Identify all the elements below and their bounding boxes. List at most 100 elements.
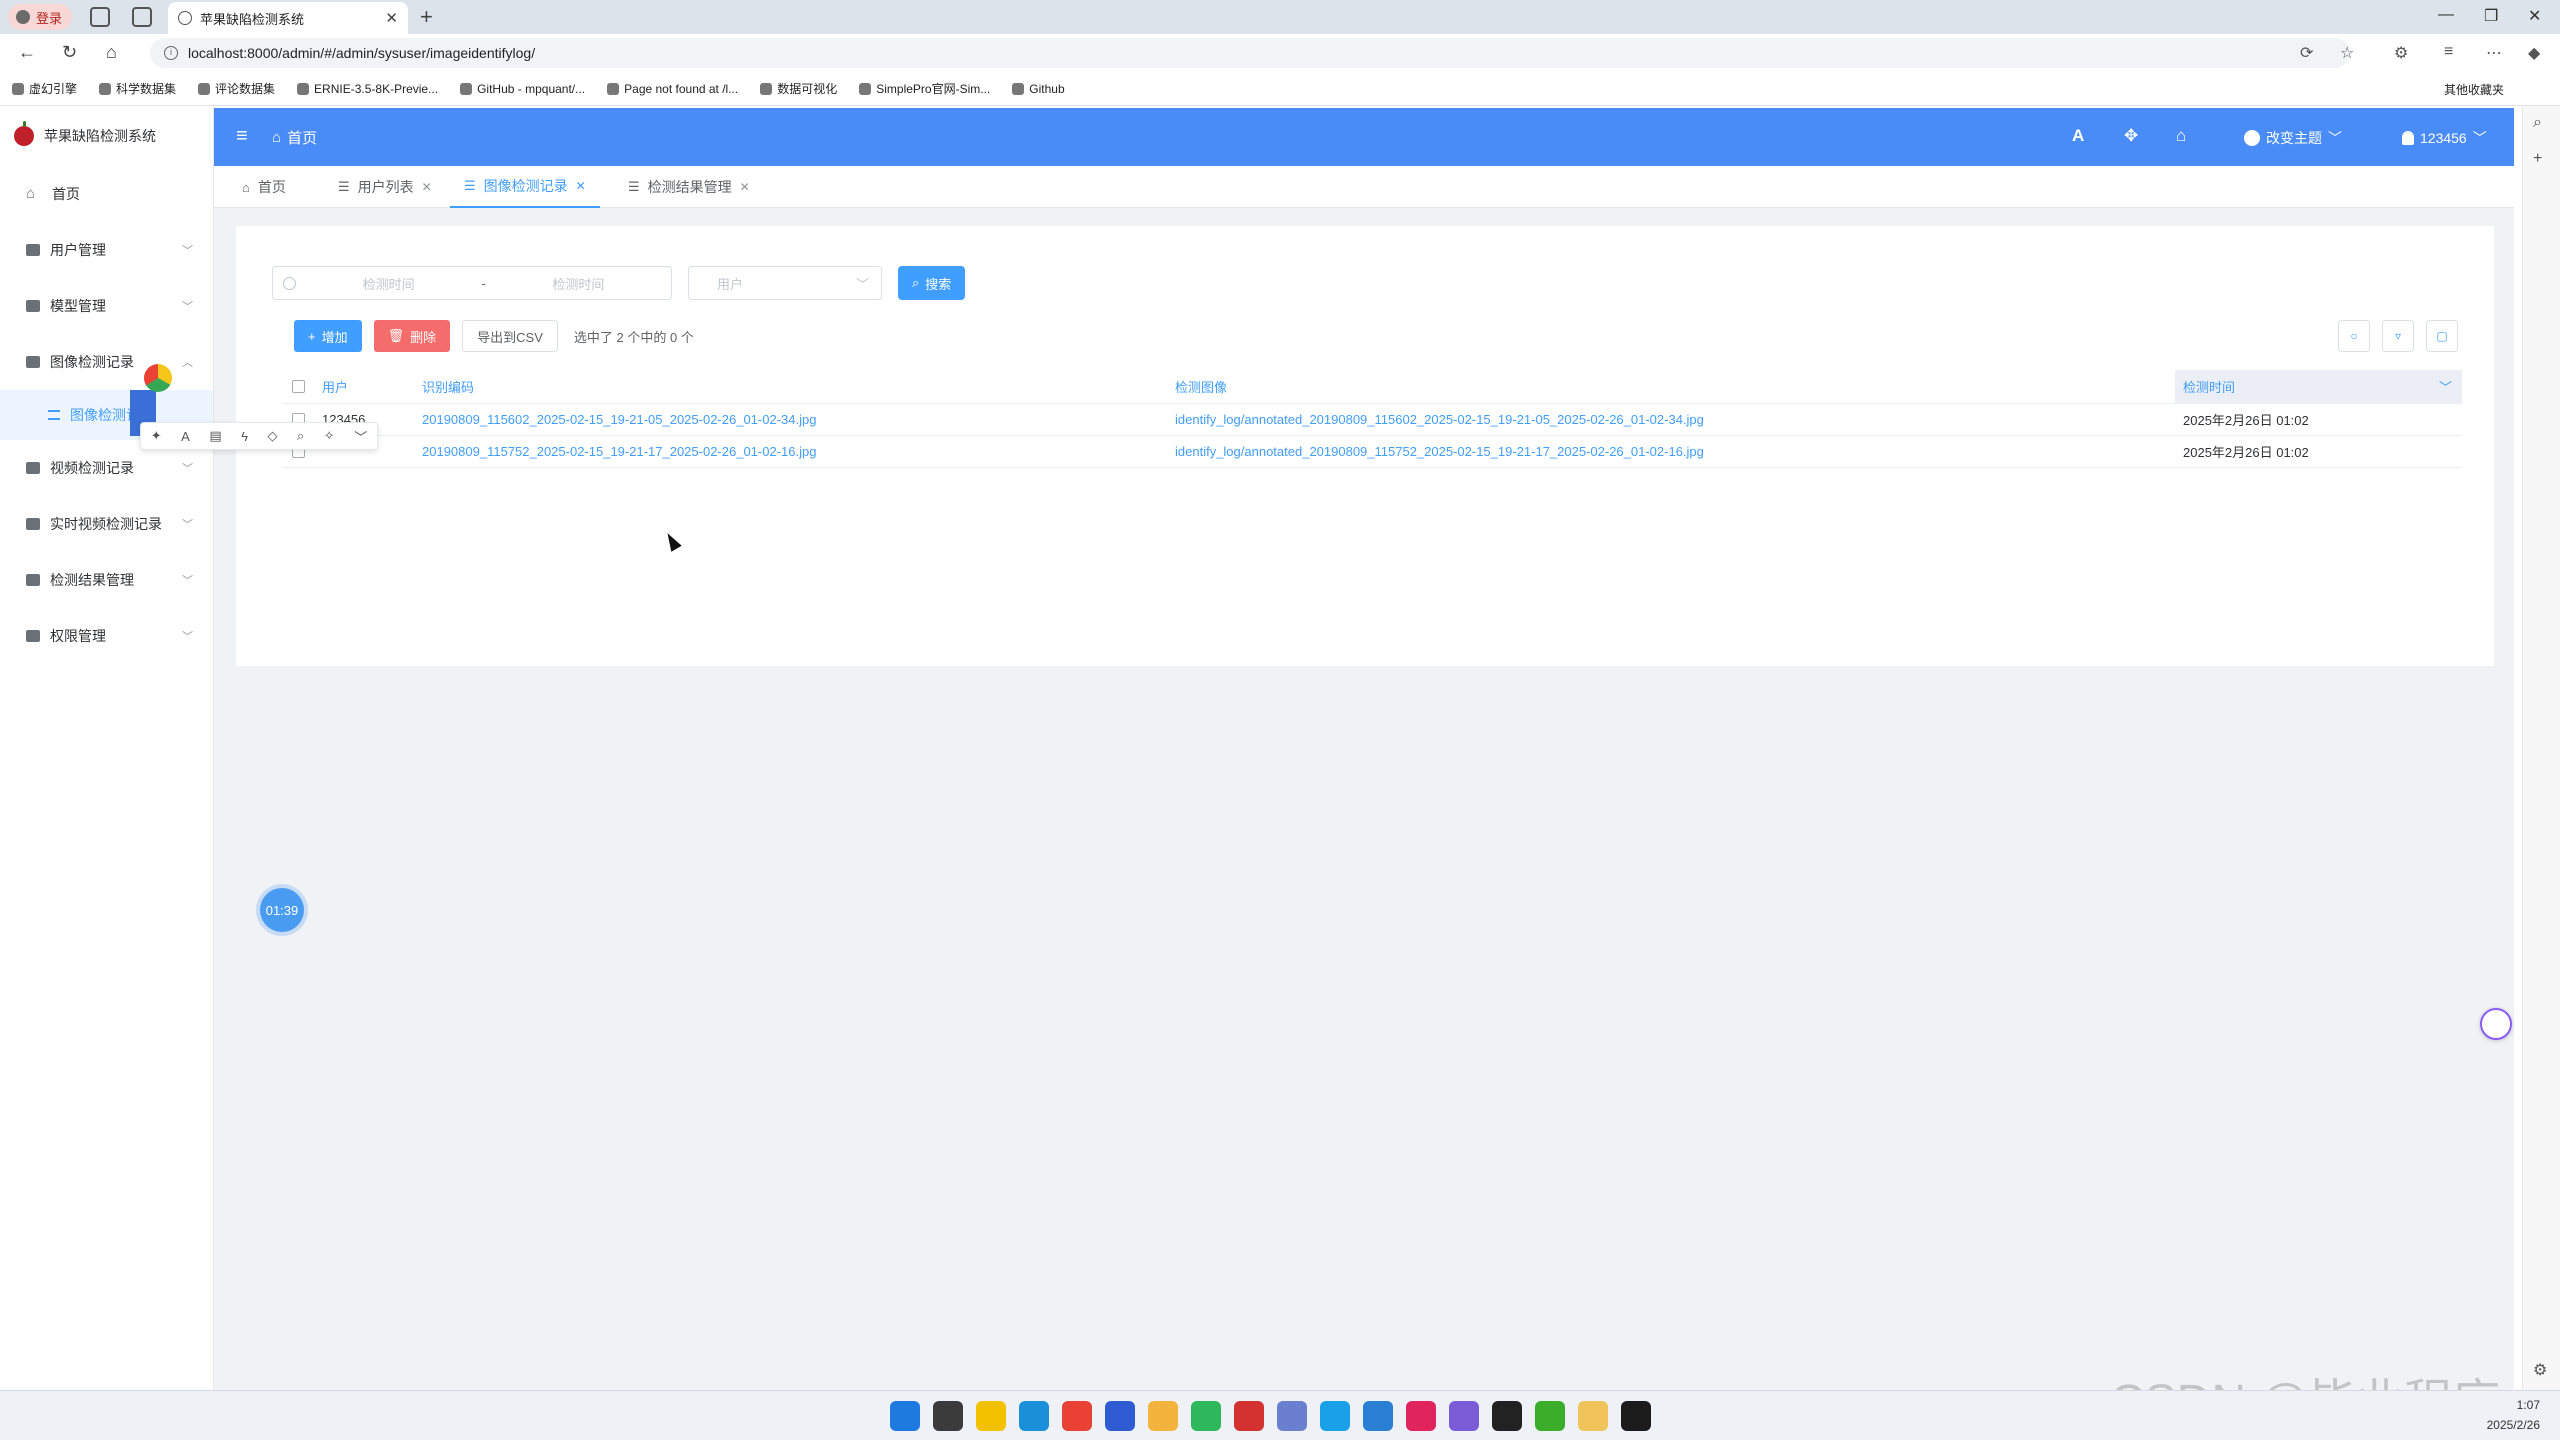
menu-toggle-icon[interactable]: ≡ bbox=[236, 125, 248, 148]
windows-start-icon[interactable] bbox=[890, 1401, 920, 1431]
translate-icon[interactable]: A bbox=[181, 429, 190, 444]
delete-button[interactable]: 🗑 删除 bbox=[373, 320, 451, 352]
refresh-icon[interactable]: ○ bbox=[2338, 320, 2370, 352]
pin-icon[interactable]: ✧ bbox=[324, 428, 335, 444]
assistant-fab-icon[interactable] bbox=[2480, 1008, 2512, 1040]
wechat-icon[interactable] bbox=[1191, 1401, 1221, 1431]
cell-image-link[interactable]: identify_log/annotated_20190809_115752_2… bbox=[1175, 444, 2175, 459]
sidebar-item-users[interactable]: 用户管理 ﹀ bbox=[0, 222, 213, 278]
url-field[interactable]: i localhost:8000/admin/#/admin/sysuser/i… bbox=[150, 38, 2350, 68]
extensions-icon[interactable]: ⚙ bbox=[2394, 43, 2408, 63]
column-header-code[interactable]: 识别编码 bbox=[422, 377, 1175, 396]
favorite-star-icon[interactable]: ☆ bbox=[2340, 43, 2354, 63]
timer-bubble[interactable]: 01:39 bbox=[260, 888, 304, 932]
export-csv-button[interactable]: 导出到CSV bbox=[462, 320, 558, 352]
app-yellow-icon[interactable] bbox=[1578, 1401, 1608, 1431]
bookmark-item[interactable]: GitHub - mpquant/... bbox=[460, 82, 585, 96]
bookmark-item[interactable]: 虚幻引擎 bbox=[12, 80, 77, 97]
browser-tab-active[interactable]: 苹果缺陷检测系统 ✕ bbox=[168, 2, 408, 34]
sidebar-item-permissions[interactable]: 权限管理 ﹀ bbox=[0, 608, 213, 664]
extension-badge-icon[interactable] bbox=[144, 364, 172, 392]
bookmark-item[interactable]: 评论数据集 bbox=[198, 80, 275, 97]
vscode-icon[interactable] bbox=[1363, 1401, 1393, 1431]
fullscreen-icon[interactable]: ✥ bbox=[2124, 126, 2138, 146]
add-icon[interactable]: + bbox=[2533, 150, 2542, 168]
close-icon[interactable]: ✕ bbox=[740, 180, 750, 194]
copy-icon[interactable]: ▤ bbox=[209, 428, 221, 444]
sidebar-item-image-detection[interactable]: 图像检测记录 ︿ bbox=[0, 334, 213, 390]
tab-user-list[interactable]: ☰ 用户列表 ✕ bbox=[324, 166, 446, 208]
tab-image-detection-log[interactable]: ☰ 图像检测记录 ✕ bbox=[450, 166, 600, 208]
tag-icon[interactable]: ◇ bbox=[268, 428, 278, 444]
profile-button[interactable]: 登录 bbox=[8, 4, 73, 30]
app-green-icon[interactable] bbox=[1535, 1401, 1565, 1431]
app-user-icon[interactable] bbox=[1449, 1401, 1479, 1431]
search-button[interactable]: ⌕ 搜索 bbox=[898, 266, 966, 300]
workspaces-icon[interactable] bbox=[90, 7, 110, 27]
qq-icon[interactable] bbox=[1492, 1401, 1522, 1431]
app-circle-icon[interactable] bbox=[1105, 1401, 1135, 1431]
start-date-input[interactable]: 检测时间 bbox=[306, 274, 471, 293]
user-dropdown[interactable]: 123456 ﹀ bbox=[2402, 128, 2487, 148]
collections-icon[interactable]: ≡ bbox=[2444, 43, 2453, 61]
app-search-icon[interactable] bbox=[1320, 1401, 1350, 1431]
columns-icon[interactable]: ▢ bbox=[2426, 320, 2458, 352]
back-button[interactable]: ← bbox=[18, 42, 36, 63]
restore-button[interactable]: ❐ bbox=[2484, 6, 2498, 26]
system-tray[interactable]: 1:07 2025/2/26 bbox=[2487, 1395, 2540, 1435]
wand-icon[interactable]: ✦ bbox=[151, 428, 162, 444]
minimize-button[interactable]: — bbox=[2438, 6, 2454, 24]
translate-icon[interactable]: ⟳ bbox=[2300, 43, 2313, 63]
sidebar-item-results[interactable]: 检测结果管理 ﹀ bbox=[0, 552, 213, 608]
other-bookmarks[interactable]: 其他收藏夹 bbox=[2439, 81, 2504, 98]
cell-code-link[interactable]: 20190809_115752_2025-02-15_19-21-17_2025… bbox=[422, 444, 1175, 459]
search-icon[interactable]: ⌕ bbox=[297, 428, 304, 444]
bookmark-item[interactable]: ERNIE-3.5-8K-Previe... bbox=[297, 82, 438, 96]
add-button[interactable]: + 增加 bbox=[294, 320, 362, 352]
home-icon[interactable]: ⌂ bbox=[2176, 126, 2186, 146]
tab-home[interactable]: ⌂ 首页 bbox=[228, 166, 300, 208]
cell-code-link[interactable]: 20190809_115602_2025-02-15_19-21-05_2025… bbox=[422, 412, 1175, 427]
chevron-down-icon[interactable]: ﹀ bbox=[354, 427, 367, 446]
close-icon[interactable]: ✕ bbox=[385, 9, 398, 27]
app-pink-icon[interactable] bbox=[1406, 1401, 1436, 1431]
bookmark-item[interactable]: Page not found at /l... bbox=[607, 82, 738, 96]
pycharm-icon[interactable] bbox=[1621, 1401, 1651, 1431]
tab-actions-icon[interactable] bbox=[132, 7, 152, 27]
close-window-button[interactable]: ✕ bbox=[2528, 6, 2541, 26]
bookmark-item[interactable]: 科学数据集 bbox=[99, 80, 176, 97]
more-menu-icon[interactable]: ⋯ bbox=[2486, 43, 2502, 63]
copilot-icon[interactable]: ◆ bbox=[2528, 43, 2540, 63]
filter-icon[interactable]: ▿ bbox=[2382, 320, 2414, 352]
settings-icon[interactable]: ⚙ bbox=[2533, 1360, 2547, 1380]
reload-button[interactable]: ↻ bbox=[62, 42, 77, 63]
sidebar-item-home[interactable]: ⌂ 首页 bbox=[0, 166, 213, 222]
font-size-icon[interactable]: A bbox=[2072, 126, 2084, 146]
edge-browser-icon[interactable] bbox=[1019, 1401, 1049, 1431]
theme-dropdown[interactable]: 改变主题 ﹀ bbox=[2244, 128, 2342, 148]
end-date-input[interactable]: 检测时间 bbox=[496, 274, 661, 293]
app-red-icon[interactable] bbox=[1234, 1401, 1264, 1431]
chrome-browser-icon[interactable] bbox=[1062, 1401, 1092, 1431]
security-app-icon[interactable] bbox=[976, 1401, 1006, 1431]
user-select[interactable]: 用户 ﹀ bbox=[688, 266, 882, 300]
select-all-checkbox[interactable] bbox=[292, 380, 305, 393]
cell-image-link[interactable]: identify_log/annotated_20190809_115602_2… bbox=[1175, 412, 2175, 427]
close-icon[interactable]: ✕ bbox=[422, 180, 432, 194]
sidebar-item-models[interactable]: 模型管理 ﹀ bbox=[0, 278, 213, 334]
bookmark-item[interactable]: Github bbox=[1012, 82, 1065, 96]
file-manager-icon[interactable] bbox=[933, 1401, 963, 1431]
home-button[interactable]: ⌂ bbox=[106, 42, 117, 63]
column-header-user[interactable]: 用户 bbox=[314, 377, 422, 396]
breadcrumb-home[interactable]: ⌂ 首页 bbox=[272, 127, 317, 148]
new-tab-button[interactable]: + bbox=[420, 4, 433, 30]
sidebar-item-realtime-video[interactable]: 实时视频检测记录 ﹀ bbox=[0, 496, 213, 552]
column-header-time[interactable]: 检测时间 ﹀ bbox=[2175, 369, 2462, 404]
lightning-icon[interactable]: ϟ bbox=[241, 429, 248, 444]
search-icon[interactable]: ⌕ bbox=[2533, 114, 2542, 132]
bookmark-item[interactable]: 数据可视化 bbox=[760, 80, 837, 97]
close-icon[interactable]: ✕ bbox=[576, 179, 586, 193]
column-header-image[interactable]: 检测图像 bbox=[1175, 377, 2175, 396]
bookmark-item[interactable]: SimplePro官网-Sim... bbox=[859, 80, 990, 97]
tab-results[interactable]: ☰ 检测结果管理 ✕ bbox=[614, 166, 764, 208]
